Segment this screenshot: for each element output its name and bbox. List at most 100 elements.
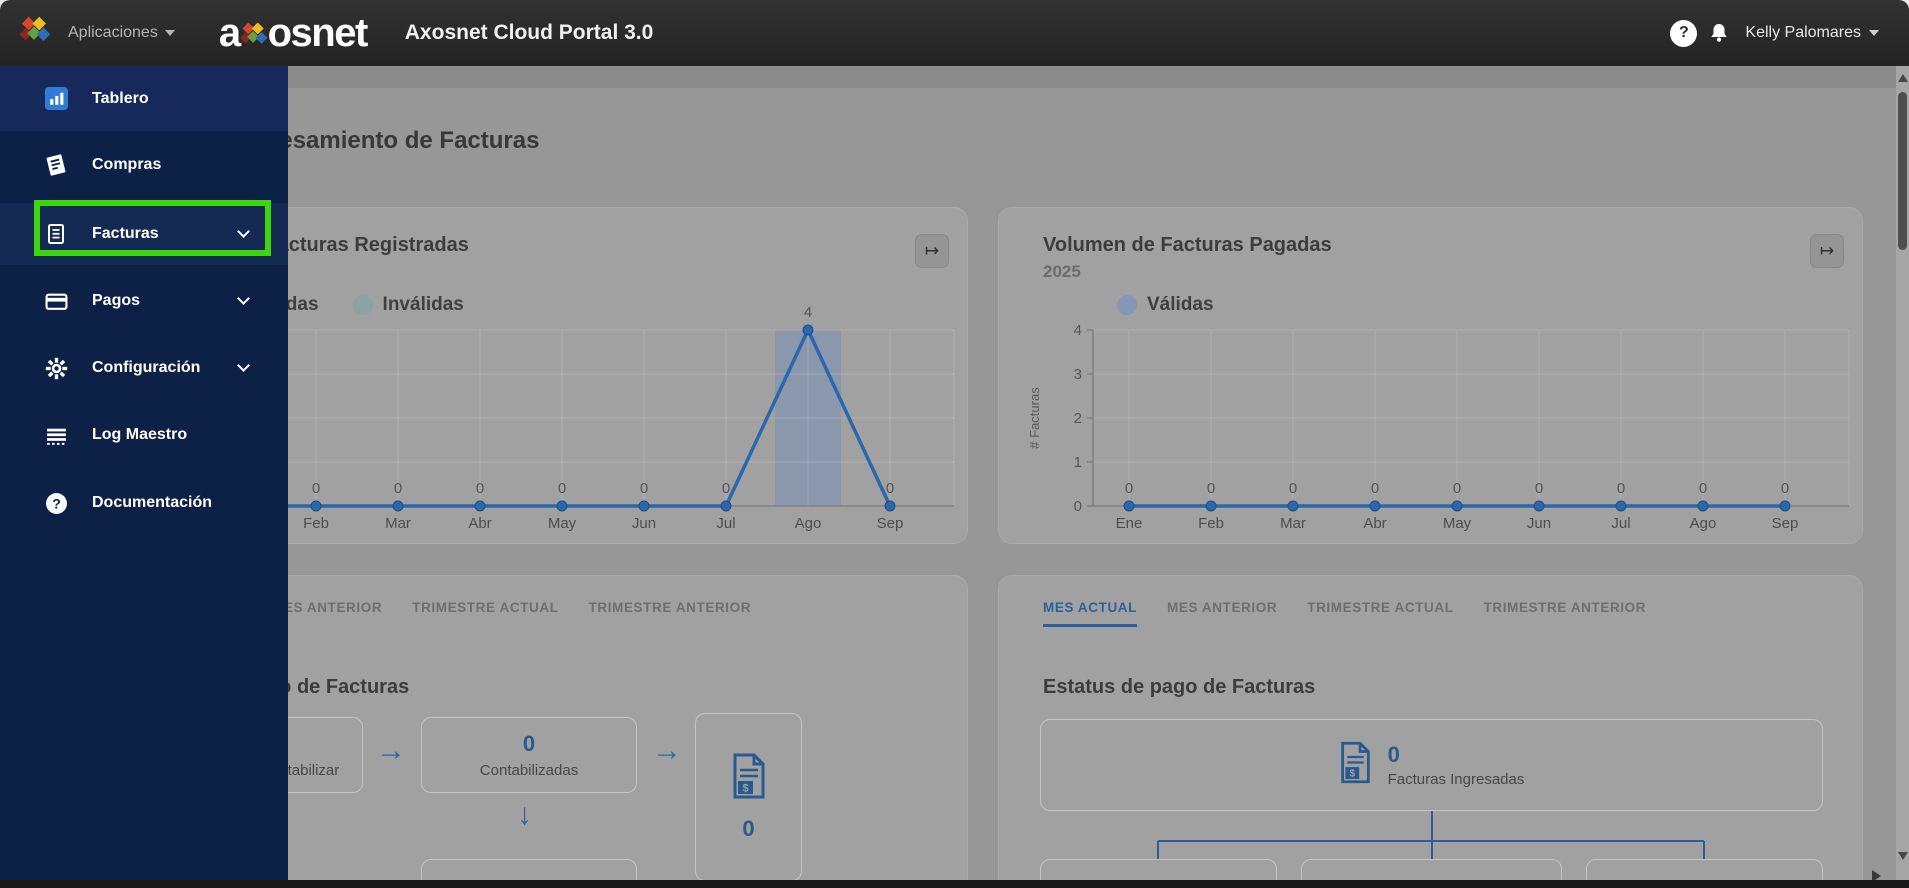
card-facturas-pagadas: 0 1 2 3 4 # Facturas 0 0 0 0 0 0 0 0 0 Ene Feb Mar Abr May J…	[998, 207, 1863, 544]
chevron-down-icon	[1869, 30, 1879, 36]
top-navbar: Aplicaciones a osnet Axosnet Cloud Porta…	[0, 0, 1909, 66]
flow-value: 0	[522, 731, 536, 756]
sidebar-item-configuracion[interactable]: Configuración	[0, 340, 288, 396]
tab-trimestre-anterior[interactable]: TRIMESTRE ANTERIOR	[589, 600, 752, 627]
sidebar-item-label: Configuración	[92, 359, 201, 376]
tab-mes-anterior[interactable]: MES ANTERIOR	[1167, 600, 1277, 627]
user-menu[interactable]: Kelly Palomares	[1745, 24, 1879, 42]
scroll-up-arrow[interactable]	[1898, 74, 1908, 82]
vertical-scrollbar-thumb[interactable]	[1898, 92, 1907, 250]
invoice-dollar-icon: $	[731, 753, 767, 804]
svg-text:0: 0	[1125, 480, 1133, 497]
app-window: Aplicaciones a osnet Axosnet Cloud Porta…	[0, 0, 1909, 888]
invoice-dollar-icon: $	[1339, 741, 1372, 789]
svg-text:0: 0	[886, 480, 894, 497]
flow-box-pagadas: $ 0	[695, 713, 802, 881]
chevron-down-icon	[164, 30, 175, 36]
window-bottom-edge	[0, 880, 1909, 888]
svg-text:0: 0	[394, 480, 402, 497]
svg-text:0: 0	[1617, 480, 1625, 497]
status-tree-connector	[1157, 811, 1705, 859]
export-chart-button[interactable]: ↦	[915, 234, 949, 268]
svg-text:Sep: Sep	[877, 515, 904, 532]
svg-text:3: 3	[1074, 366, 1082, 383]
svg-text:1: 1	[1074, 454, 1082, 471]
svg-text:Feb: Feb	[303, 515, 329, 532]
flow-value: 0	[742, 815, 755, 841]
svg-text:Jul: Jul	[716, 515, 735, 532]
flow-label: Contabilizadas	[479, 762, 579, 779]
svg-text:0: 0	[476, 480, 484, 497]
sidebar-nav: Tablero Compras Facturas Pagos Configuración…	[0, 66, 288, 880]
legend-item-válidas[interactable]: Válidas	[1117, 294, 1214, 316]
content-top-strip	[288, 66, 1896, 88]
arrow-down-icon: ↓	[517, 798, 532, 831]
arrow-right-icon: →	[376, 734, 406, 767]
tab-mes-actual[interactable]: MES ACTUAL	[1043, 600, 1137, 627]
svg-text:Jun: Jun	[632, 515, 656, 532]
svg-text:Feb: Feb	[1198, 515, 1224, 532]
legend-dot-icon	[1117, 295, 1137, 315]
notifications-bell-icon[interactable]	[1707, 21, 1731, 45]
brand-text-a: a	[218, 10, 241, 55]
svg-text:Sep: Sep	[1772, 515, 1799, 532]
svg-text:Abr: Abr	[468, 515, 491, 532]
svg-text:Ago: Ago	[795, 515, 822, 532]
summary-value: 0	[1387, 742, 1400, 767]
export-chart-button[interactable]: ↦	[1810, 234, 1844, 268]
summary-box-facturas-ingresadas: $ 0 Facturas Ingresadas	[1040, 719, 1823, 811]
flow-box-contabilizadas: 0 Contabilizadas	[421, 717, 637, 793]
tab-trimestre-actual[interactable]: TRIMESTRE ACTUAL	[1307, 600, 1453, 627]
svg-text:?: ?	[52, 495, 61, 511]
sidebar-item-pagos[interactable]: Pagos	[0, 273, 288, 329]
sidebar-item-documentacion[interactable]: ? Documentación	[0, 475, 288, 531]
card-title: Volumen de Facturas Pagadas	[1043, 234, 1332, 256]
svg-text:0: 0	[1074, 498, 1082, 515]
section-title: Estatus de pago de Facturas	[1043, 676, 1316, 698]
chevron-down-icon	[237, 359, 250, 372]
svg-text:Ago: Ago	[1690, 515, 1717, 532]
svg-text:Ene: Ene	[1116, 515, 1143, 532]
vertical-scrollbar[interactable]	[1896, 66, 1909, 880]
period-tabs: MES ACTUAL MES ANTERIOR TRIMESTRE ACTUAL TR…	[1043, 600, 1646, 627]
svg-text:0: 0	[1699, 480, 1707, 497]
svg-text:0: 0	[558, 480, 566, 497]
chart-legend: Válidas	[1117, 294, 1214, 316]
sidebar-item-label: Pagos	[92, 292, 141, 309]
product-title: Axosnet Cloud Portal 3.0	[404, 21, 654, 44]
credit-card-icon	[44, 289, 68, 313]
svg-text:0: 0	[1289, 480, 1297, 497]
sidebar-item-compras[interactable]: Compras	[0, 137, 288, 193]
svg-text:Mar: Mar	[1280, 515, 1306, 532]
annotation-highlight-box	[34, 200, 271, 256]
svg-text:0: 0	[1453, 480, 1461, 497]
sidebar-item-label: Tablero	[92, 89, 149, 107]
legend-item-inválidas[interactable]: Inválidas	[352, 294, 464, 316]
legend-label: Inválidas	[382, 294, 464, 315]
svg-text:May: May	[548, 515, 577, 532]
applications-menu[interactable]: Aplicaciones	[68, 24, 175, 42]
gear-icon	[44, 356, 68, 380]
sidebar-item-label: Compras	[92, 156, 162, 173]
svg-text:Jun: Jun	[1527, 515, 1551, 532]
svg-text:Mar: Mar	[385, 515, 411, 532]
log-icon	[44, 423, 68, 447]
sidebar-item-label: Log Maestro	[92, 426, 188, 443]
axosnet-logo: a osnet	[218, 10, 368, 56]
svg-text:0: 0	[722, 480, 730, 497]
help-icon[interactable]: ?	[1670, 19, 1698, 47]
card-estatus-pago: MES ACTUAL MES ANTERIOR TRIMESTRE ACTUAL TR…	[998, 575, 1863, 888]
brand-asterisk-icon	[239, 22, 268, 44]
question-icon: ?	[44, 491, 68, 515]
tab-mes-anterior[interactable]: MES ANTERIOR	[272, 600, 382, 627]
receipt-icon	[44, 153, 68, 177]
pagadas-chart: 0 1 2 3 4 # Facturas 0 0 0 0 0 0 0 0 0 Ene Feb Mar Abr May J…	[1027, 322, 1850, 532]
svg-text:0: 0	[640, 480, 648, 497]
bar-chart-icon	[44, 87, 68, 111]
svg-text:$: $	[1349, 769, 1355, 780]
sidebar-item-log-maestro[interactable]: Log Maestro	[0, 407, 288, 463]
scroll-down-arrow[interactable]	[1898, 852, 1908, 860]
sidebar-item-tablero[interactable]: Tablero	[0, 66, 288, 131]
tab-trimestre-actual[interactable]: TRIMESTRE ACTUAL	[412, 600, 558, 627]
tab-trimestre-anterior[interactable]: TRIMESTRE ANTERIOR	[1484, 600, 1647, 627]
